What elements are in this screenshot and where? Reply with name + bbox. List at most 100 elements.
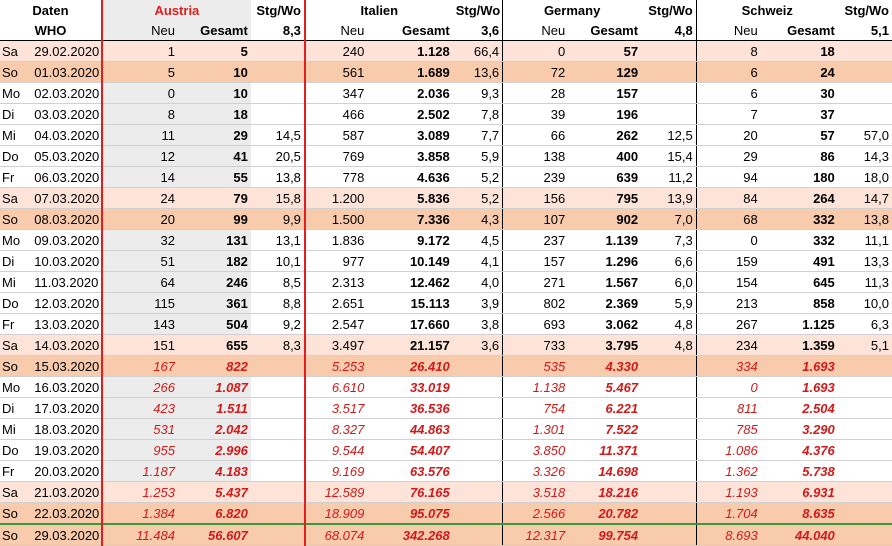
germany-gesamt-cell: 1.139: [568, 229, 642, 251]
table-row: Do 19.03.2020 955 2.996 9.544 54.407 3.850 11.3…: [0, 439, 892, 461]
date-cell: 09.03.2020: [31, 229, 103, 251]
italien-neu-cell: 18.909: [304, 502, 368, 525]
schweiz-neu-cell: 68: [696, 208, 761, 230]
header-daten: Daten: [0, 0, 103, 20]
schweiz-stg-cell: [837, 481, 892, 503]
country-schweiz: Schweiz: [741, 2, 793, 18]
italien-neu-cell: 9.544: [304, 439, 368, 461]
austria-stg-cell: [250, 397, 306, 419]
germany-neu-cell: 239: [502, 166, 569, 188]
germany-stg-cell: [641, 82, 697, 104]
schweiz-gesamt-cell: 1.359: [760, 334, 838, 356]
date-cell: 12.03.2020: [31, 292, 103, 314]
austria-stg-cell: [250, 61, 306, 83]
germany-neu-cell: 802: [502, 292, 569, 314]
date-cell: 04.03.2020: [31, 124, 103, 146]
country-germany: Germany: [543, 2, 601, 18]
germany-neu-cell: 271: [502, 271, 569, 293]
italien-gesamt-cell: 36.536: [367, 397, 453, 419]
italien-stg-cell: 3,9: [452, 292, 504, 314]
italien-gesamt-cell: 2.502: [367, 103, 453, 125]
schweiz-gesamt-cell: 332: [760, 208, 838, 230]
date-cell: 13.03.2020: [31, 313, 103, 335]
table-row: Fr 20.03.2020 1.187 4.183 9.169 63.576 3.326 14…: [0, 460, 892, 482]
austria-stg-cell: 8,3: [250, 334, 306, 356]
germany-stg-cell: [641, 40, 697, 62]
header-row-2: WHO Neu Gesamt 8,3 Neu Gesamt 3,6 Neu Ge…: [0, 20, 892, 41]
austria-neu-cell: 5: [100, 61, 178, 83]
schweiz-gesamt-cell: 1.693: [760, 355, 838, 377]
italien-neu-cell: 5.253: [304, 355, 368, 377]
weekday-cell: Mo: [0, 229, 32, 251]
austria-stg-cell: 8,5: [250, 271, 306, 293]
germany-stg-cell: 7,0: [641, 208, 697, 230]
italien-stg-cell: 3,6: [452, 334, 504, 356]
germany-stg-cell: 4,8: [641, 334, 697, 356]
table-row: Sa 29.02.2020 1 5 240 1.128 66,4 0 57 8 18: [0, 40, 892, 62]
date-cell: 20.03.2020: [31, 460, 103, 482]
schweiz-gesamt-cell: 180: [760, 166, 838, 188]
austria-stg-cell: 10,1: [250, 250, 306, 272]
germany-neu-cell: 72: [502, 61, 569, 83]
italien-neu-cell: 1.200: [304, 187, 368, 209]
weekday-cell: Mo: [0, 82, 32, 104]
italien-gesamt-cell: 7.336: [367, 208, 453, 230]
schweiz-stg-cell: 11,3: [837, 271, 892, 293]
austria-stg-cell: [250, 481, 306, 503]
italien-neu-cell: 347: [304, 82, 368, 104]
germany-stg-cell: [641, 502, 697, 525]
germany-neu-cell: 535: [502, 355, 569, 377]
italien-neu-cell: 2.547: [304, 313, 368, 335]
schweiz-stg-cell: [837, 523, 892, 546]
italien-gesamt-cell: 4.636: [367, 166, 453, 188]
weekday-cell: Sa: [0, 40, 32, 62]
italien-gesamt-cell: 342.268: [367, 523, 453, 546]
weekday-cell: Sa: [0, 187, 32, 209]
date-cell: 22.03.2020: [31, 502, 103, 525]
schweiz-neu-cell: 1.704: [696, 502, 761, 525]
austria-stg-cell: [250, 523, 306, 546]
italien-neu-cell: 240: [304, 40, 368, 62]
germany-neu-cell: 733: [502, 334, 569, 356]
schweiz-neu-cell: 8.693: [696, 523, 761, 546]
germany-neu-cell: 2.566: [502, 502, 569, 525]
table-body: Sa 29.02.2020 1 5 240 1.128 66,4 0 57 8 18 So 01.03.…: [0, 40, 892, 546]
italien-stg-cell: 4,5: [452, 229, 504, 251]
date-cell: 08.03.2020: [31, 208, 103, 230]
italien-neu-cell: 6.610: [304, 376, 368, 398]
germany-stg-cell: [641, 103, 697, 125]
germany-stg-cell: 5,9: [641, 292, 697, 314]
italien-gesamt-cell: 9.172: [367, 229, 453, 251]
italien-neu-cell: 3.517: [304, 397, 368, 419]
austria-gesamt-cell: 56.607: [177, 523, 251, 546]
italien-neu-cell: 68.074: [304, 523, 368, 546]
weekday-cell: So: [0, 523, 32, 546]
italien-stg-cell: [452, 460, 504, 482]
schweiz-neu-cell: 8: [696, 40, 761, 62]
italien-neu-cell: 9.169: [304, 460, 368, 482]
germany-stg-cell: [641, 439, 697, 461]
germany-neu-cell: 138: [502, 145, 569, 167]
schweiz-stg-cell: [837, 61, 892, 83]
schweiz-stg-cell: 57,0: [837, 124, 892, 146]
germany-neu-cell: 237: [502, 229, 569, 251]
date-cell: 29.03.2020: [31, 523, 103, 546]
italien-stg-cell: 4,0: [452, 271, 504, 293]
germany-neu-cell: 3.518: [502, 481, 569, 503]
germany-stg-cell: 4,8: [641, 313, 697, 335]
schweiz-stg-cell: [837, 82, 892, 104]
table-row: Sa 14.03.2020 151 655 8,3 3.497 21.157 3,6 733 3.…: [0, 334, 892, 356]
austria-stg-cell: [250, 502, 306, 525]
austria-gesamt-cell: 1.511: [177, 397, 251, 419]
italien-neu-cell: 977: [304, 250, 368, 272]
stg-value-schweiz: 5,1: [837, 20, 892, 41]
table-row: Di 10.03.2020 51 182 10,1 977 10.149 4,1 157 1.29…: [0, 250, 892, 272]
schweiz-stg-cell: [837, 103, 892, 125]
table-row: So 22.03.2020 1.384 6.820 18.909 95.075 2.566 2…: [0, 502, 892, 525]
header-row-1: Daten Austria Stg/Wo Italien Stg/Wo Germ…: [0, 0, 892, 20]
stg-value-italien: 3,6: [452, 20, 504, 41]
schweiz-stg-cell: [837, 376, 892, 398]
table-row: Sa 21.03.2020 1.253 5.437 12.589 76.165 3.518 1…: [0, 481, 892, 503]
italien-gesamt-cell: 63.576: [367, 460, 453, 482]
germany-gesamt-cell: 57: [568, 40, 642, 62]
